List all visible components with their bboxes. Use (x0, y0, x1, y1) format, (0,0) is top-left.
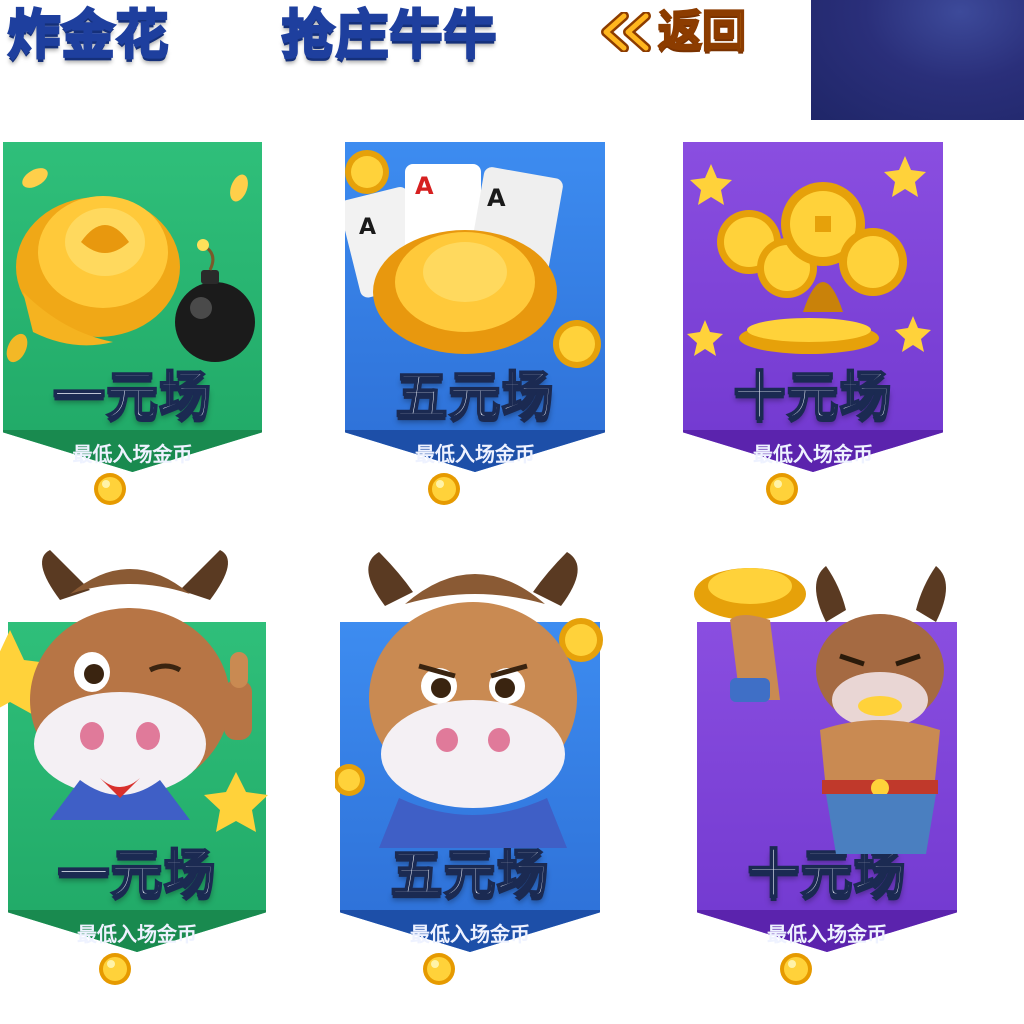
gold-coin-icon (422, 953, 455, 985)
back-button[interactable]: 返回 (598, 4, 764, 60)
min-coins-label: 最低入场金币 (410, 922, 530, 946)
min-coins-value: 250 (463, 954, 519, 984)
svg-text:A: A (359, 215, 376, 240)
gold-coin-icon (94, 473, 127, 505)
min-coins-label: 最低入场金币 (77, 922, 197, 946)
svg-text:A: A (415, 172, 434, 200)
bull-blue-shirt-art (335, 552, 603, 848)
min-coins-label: 最低入场金币 (415, 442, 535, 466)
bull-thumbs-up-art (0, 550, 268, 832)
min-coins-value: 500 (820, 954, 876, 984)
muscle-bull-ingot-art (694, 566, 946, 854)
tab-zhajinhua[interactable]: 炸金花 (6, 5, 170, 68)
room-name: 十元场 (732, 366, 893, 428)
room-name: 一元场 (52, 366, 212, 428)
background-swatch (811, 0, 1024, 120)
min-coins-label: 最低入场金币 (72, 442, 193, 466)
room-card-zjh-3[interactable]: 十元场 最低入场金币 500 (683, 142, 943, 505)
min-coins-label: 最低入场金币 (753, 442, 873, 466)
min-coins-value: 50 (135, 474, 172, 504)
min-coins-value: 250 (468, 474, 524, 504)
svg-text:A: A (487, 184, 506, 212)
gold-coin-icon (427, 473, 460, 505)
min-coins-label: 最低入场金币 (767, 922, 887, 946)
double-chevron-left-icon (598, 12, 654, 52)
min-coins-value: 500 (806, 474, 862, 504)
room-card-zjh-2[interactable]: A A A 五元场 最低入场金币 250 (345, 142, 605, 505)
room-card-zjh-1[interactable]: 一元场 最低入场金币 50 (3, 142, 262, 505)
gold-coin-icon (765, 473, 798, 505)
tab-qiangzhuangniuniu[interactable]: 抢庄牛牛 (280, 5, 498, 68)
gold-coin-icon (98, 953, 131, 985)
gold-coin-icon (779, 953, 812, 985)
back-label: 返回 (657, 5, 747, 58)
min-coins-value: 50 (139, 954, 177, 984)
room-name: 五元场 (394, 366, 555, 428)
